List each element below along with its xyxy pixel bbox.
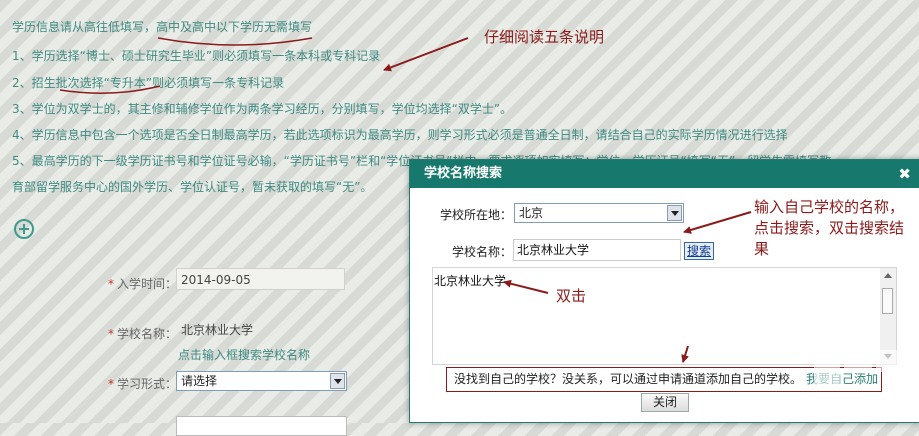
arrow-annotation-search xyxy=(683,211,752,234)
watermark-logo-block xyxy=(844,350,872,372)
watermark-logo-block xyxy=(876,350,898,372)
arrow-annotation-read xyxy=(383,37,469,72)
annotation-enter-school-3: 果 xyxy=(754,240,770,258)
annotation-read-five: 仔细阅读五条说明 xyxy=(484,28,605,46)
arrow-annotation-notice xyxy=(681,345,689,363)
watermark-text: PHPCMS.CN xyxy=(814,393,883,404)
annotation-enter-school-2: 点击搜索，双击搜索结 xyxy=(754,219,905,237)
annotation-enter-school-1: 输入自己学校的名称， xyxy=(754,198,905,216)
annotation-double-click: 双击 xyxy=(556,287,587,305)
underline-annotation-2 xyxy=(59,85,161,94)
arrow-annotation-dblclick xyxy=(503,279,549,294)
site-watermark: PHPCMS.CN xyxy=(808,340,904,404)
watermark-logo-block xyxy=(814,344,840,388)
underline-annotation-1 xyxy=(157,37,313,46)
